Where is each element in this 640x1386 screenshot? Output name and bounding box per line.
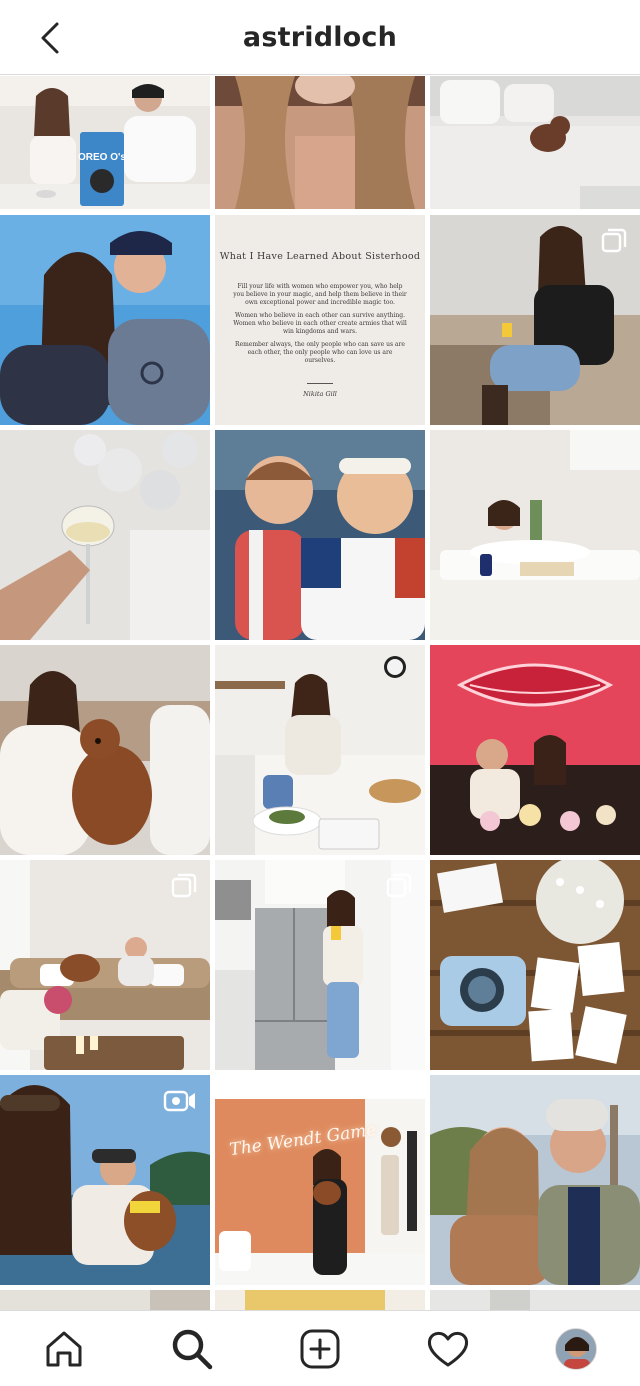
top-bar: astridloch [0,0,640,75]
quote-divider [307,383,333,384]
back-button[interactable] [30,18,70,58]
cereal-box-label: OREO O's [78,152,126,163]
profile-avatar [555,1327,597,1370]
grid-post[interactable] [430,1290,640,1310]
grid-post[interactable] [215,860,425,1070]
explore-grid: OREO O's What I Have Learned About Siste… [0,76,640,1310]
quote-title: What I Have Learned About Sisterhood [219,251,421,262]
heart-icon [427,1331,469,1366]
grid-post[interactable] [430,645,640,855]
nav-activity[interactable] [416,1317,480,1381]
grid-post[interactable] [215,430,425,640]
video-icon [162,1087,198,1115]
carousel-icon [385,872,413,900]
grid-post[interactable] [0,430,210,640]
grid-post[interactable]: What I Have Learned About Sisterhood Fil… [215,215,425,425]
grid-post[interactable] [215,1290,425,1310]
quote-author: Nikita Gill [303,390,337,398]
nav-search[interactable] [160,1317,224,1381]
nav-home[interactable] [32,1317,96,1381]
grid-post[interactable] [0,1075,210,1285]
bottom-navigation [0,1310,640,1386]
grid-post[interactable] [215,645,425,855]
grid-post[interactable] [0,645,210,855]
chevron-left-icon [41,22,59,54]
grid-post[interactable] [430,215,640,425]
search-icon [172,1329,213,1369]
add-post-icon [300,1329,340,1368]
grid-post[interactable] [0,860,210,1070]
grid-post[interactable]: The Wendt Game [215,1075,425,1285]
quote-paragraph: Fill your life with women who empower yo… [233,283,407,306]
nav-new-post[interactable] [288,1317,352,1381]
page-title: astridloch [242,21,398,53]
nav-profile[interactable] [544,1317,608,1381]
quote-paragraph: Remember always, the only people who can… [235,341,405,364]
carousel-icon [170,872,198,900]
quote-body: Fill your life with women who empower yo… [233,283,407,370]
quote-paragraph: Women who believe in each other can surv… [233,312,407,335]
carousel-icon [600,227,628,255]
grid-post[interactable] [0,215,210,425]
home-icon [46,1331,82,1366]
quote-card: What I Have Learned About Sisterhood Fil… [215,215,425,425]
grid-post[interactable] [0,1290,210,1310]
grid-post[interactable] [430,430,640,640]
grid-post[interactable] [430,1075,640,1285]
grid-post[interactable] [430,860,640,1070]
